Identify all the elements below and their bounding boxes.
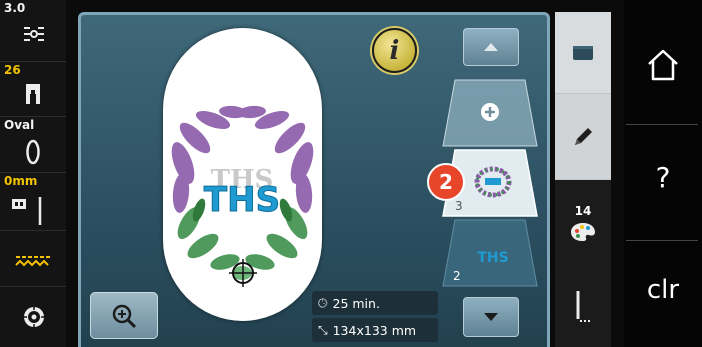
presser-foot-status[interactable]: 26: [0, 62, 66, 117]
layer-add[interactable]: [441, 78, 539, 148]
info-button[interactable]: i: [372, 28, 417, 73]
needle-status[interactable]: 0mm: [0, 173, 66, 231]
clear-button[interactable]: clr: [624, 240, 702, 340]
layer-number: 3: [455, 199, 463, 213]
resize-icon: ⤡: [318, 322, 328, 337]
text-thumbnail: THS: [477, 250, 508, 266]
hoop-icon: [26, 139, 40, 165]
home-button[interactable]: [624, 10, 702, 120]
needle-stitch-icon: [576, 290, 592, 322]
needle-position-icon: [12, 197, 42, 225]
callout-marker: 2: [427, 163, 465, 201]
design-text: THS: [204, 180, 280, 220]
presser-foot-icon: [26, 84, 40, 108]
layer-2[interactable]: THS 2: [441, 218, 539, 288]
scroll-down-button[interactable]: [463, 297, 519, 337]
bobbin-status[interactable]: [0, 287, 66, 347]
caret-up-icon: [484, 43, 498, 51]
wreath-design: THS THS: [171, 105, 314, 287]
tension-status[interactable]: 3.0: [0, 0, 66, 62]
feed-dog-icon: [15, 256, 50, 267]
embroidery-screen: 3.0 26 Oval 0mm THS THS i 🕓︎ 25 min. ⤡ 1…: [0, 0, 702, 347]
feed-dog-status[interactable]: [0, 231, 66, 287]
tension-value: 3.0: [4, 1, 26, 15]
hoop-preview[interactable]: THS THS: [163, 28, 322, 321]
zoom-button[interactable]: [90, 292, 158, 339]
presser-foot-value: 26: [4, 63, 21, 77]
tab-color[interactable]: 14: [555, 180, 611, 266]
bobbin-icon: [24, 307, 44, 327]
status-sidebar: 3.0 26 Oval 0mm: [0, 0, 66, 347]
hoop-value: Oval: [4, 118, 35, 132]
color-count-badge: 14: [574, 204, 592, 218]
tab-edit[interactable]: [555, 94, 611, 180]
clock-icon: 🕓︎: [318, 295, 328, 310]
mode-tabs: 14: [555, 12, 611, 347]
thread-tension-icon: [24, 27, 44, 41]
needle-value: 0mm: [4, 174, 38, 188]
zoom-in-icon: [112, 304, 137, 328]
stitch-time-readout: 🕓︎ 25 min.: [312, 291, 438, 315]
tab-file[interactable]: [555, 12, 611, 94]
design-size-value: 134x133 mm: [332, 322, 417, 338]
layer-number: 2: [453, 269, 461, 283]
stitch-time-value: 25 min.: [332, 295, 380, 311]
folder-icon: [573, 45, 593, 60]
home-icon: [648, 49, 678, 81]
hoop-status[interactable]: Oval: [0, 117, 66, 173]
design-size-readout: ⤡ 134x133 mm: [312, 318, 438, 342]
help-button[interactable]: ?: [624, 122, 702, 232]
scroll-up-button[interactable]: [463, 28, 519, 66]
caret-down-icon: [484, 313, 498, 321]
tab-embroider[interactable]: [555, 266, 611, 347]
pencil-icon: [575, 127, 592, 145]
system-bar: ? clr: [624, 0, 702, 347]
info-label: i: [389, 35, 400, 66]
palette-icon: [571, 223, 595, 241]
